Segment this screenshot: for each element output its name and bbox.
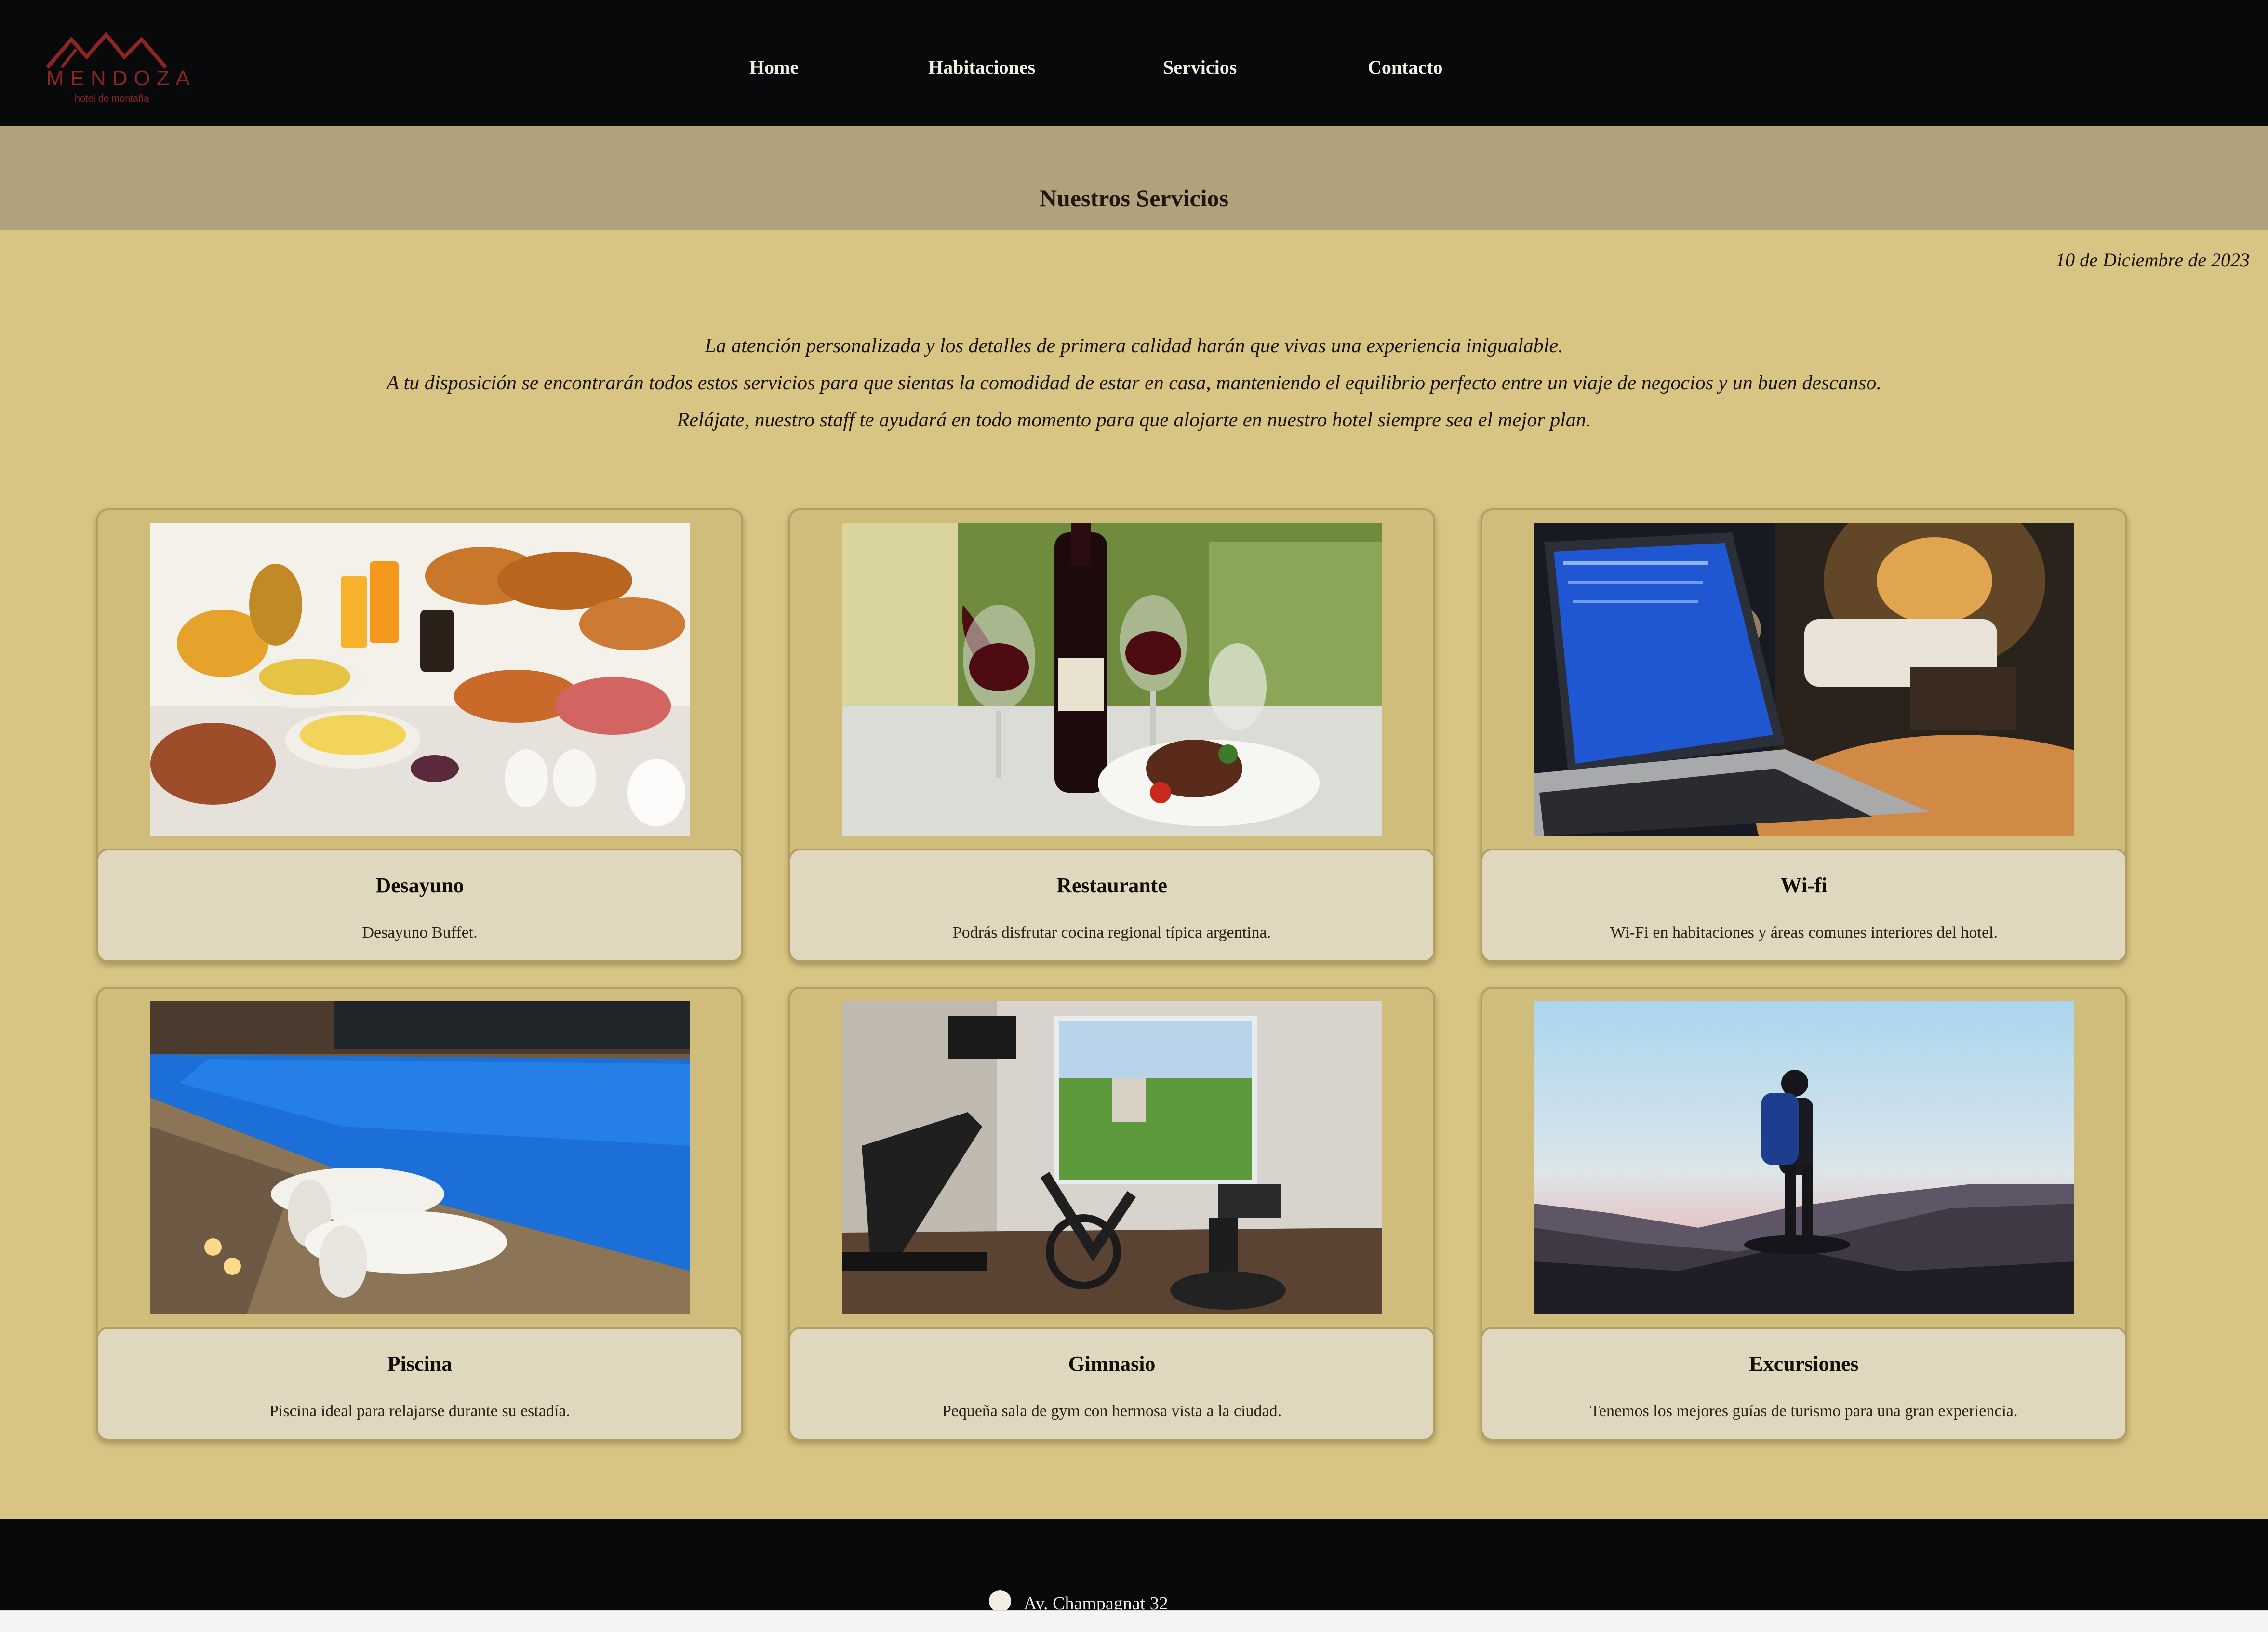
nav-contacto-link[interactable]: Contacto <box>1368 56 1443 79</box>
card-title: Piscina <box>387 1352 453 1376</box>
breakfast-buffet-photo <box>150 523 690 836</box>
card-title: Desayuno <box>375 874 464 897</box>
footer: Av. Champagnat 32 <box>0 1519 2268 1614</box>
page-title: Nuestros Servicios <box>1039 185 1229 212</box>
card-description: Podrás disfrutar cocina regional típica … <box>952 924 1271 942</box>
title-band: Nuestros Servicios <box>0 126 2268 230</box>
indoor-pool-photo <box>150 1001 690 1314</box>
logo-wordmark: MENDOZA <box>46 66 196 90</box>
intro-line: La atención personalizada y los detalles… <box>705 335 1563 357</box>
card-title: Restaurante <box>1056 874 1167 897</box>
card-caption: Gimnasio Pequeña sala de gym con hermosa… <box>788 1327 1435 1441</box>
card-description: Wi-Fi en habitaciones y áreas comunes in… <box>1610 924 1998 942</box>
card-title: Gimnasio <box>1068 1352 1156 1376</box>
nav-home-link[interactable]: Home <box>749 56 799 79</box>
top-navigation-bar: MENDOZA hotel de montaña Home Habitacion… <box>0 0 2268 126</box>
intro-text: La atención personalizada y los detalles… <box>0 328 2268 439</box>
card-caption: Piscina Piscina ideal para relajarse dur… <box>96 1327 743 1441</box>
service-card-wifi[interactable]: Wi-fi Wi-Fi en habitaciones y áreas comu… <box>1481 508 2127 962</box>
card-caption: Restaurante Podrás disfrutar cocina regi… <box>788 849 1435 962</box>
card-description: Pequeña sala de gym con hermosa vista a … <box>942 1402 1282 1420</box>
service-card-gimnasio[interactable]: Gimnasio Pequeña sala de gym con hermosa… <box>788 987 1435 1441</box>
nav-habitaciones-link[interactable]: Habitaciones <box>928 56 1035 79</box>
service-card-restaurante[interactable]: Restaurante Podrás disfrutar cocina regi… <box>788 508 1435 962</box>
wine-and-steak-photo <box>842 523 1382 836</box>
bottom-strip <box>0 1610 2268 1632</box>
service-card-excursiones[interactable]: Excursiones Tenemos los mejores guías de… <box>1481 987 2127 1441</box>
card-description: Piscina ideal para relajarse durante su … <box>269 1402 570 1420</box>
location-pin-icon <box>989 1590 1011 1612</box>
card-title: Wi-fi <box>1780 874 1828 897</box>
gym-room-photo <box>842 1001 1382 1314</box>
card-caption: Excursiones Tenemos los mejores guías de… <box>1481 1327 2127 1441</box>
nav-servicios-link[interactable]: Servicios <box>1163 56 1237 79</box>
intro-line: Relájate, nuestro staff te ayudará en to… <box>677 409 1591 431</box>
hiker-mountain-photo <box>1534 1001 2074 1314</box>
intro-line: A tu disposición se encontrarán todos es… <box>387 372 1881 394</box>
hotel-logo[interactable]: MENDOZA hotel de montaña <box>42 32 196 114</box>
card-caption: Wi-fi Wi-Fi en habitaciones y áreas comu… <box>1481 849 2127 962</box>
laptop-in-room-photo <box>1534 523 2074 836</box>
card-caption: Desayuno Desayuno Buffet. <box>96 849 743 962</box>
mountain-logo-icon <box>45 32 168 69</box>
card-title: Excursiones <box>1749 1352 1859 1376</box>
card-description: Tenemos los mejores guías de turismo par… <box>1590 1402 2018 1420</box>
logo-tagline: hotel de montaña <box>74 93 149 104</box>
service-card-piscina[interactable]: Piscina Piscina ideal para relajarse dur… <box>96 987 743 1441</box>
publication-date: 10 de Diciembre de 2023 <box>2055 249 2250 271</box>
service-card-desayuno[interactable]: Desayuno Desayuno Buffet. <box>96 508 743 962</box>
card-description: Desayuno Buffet. <box>362 924 478 942</box>
